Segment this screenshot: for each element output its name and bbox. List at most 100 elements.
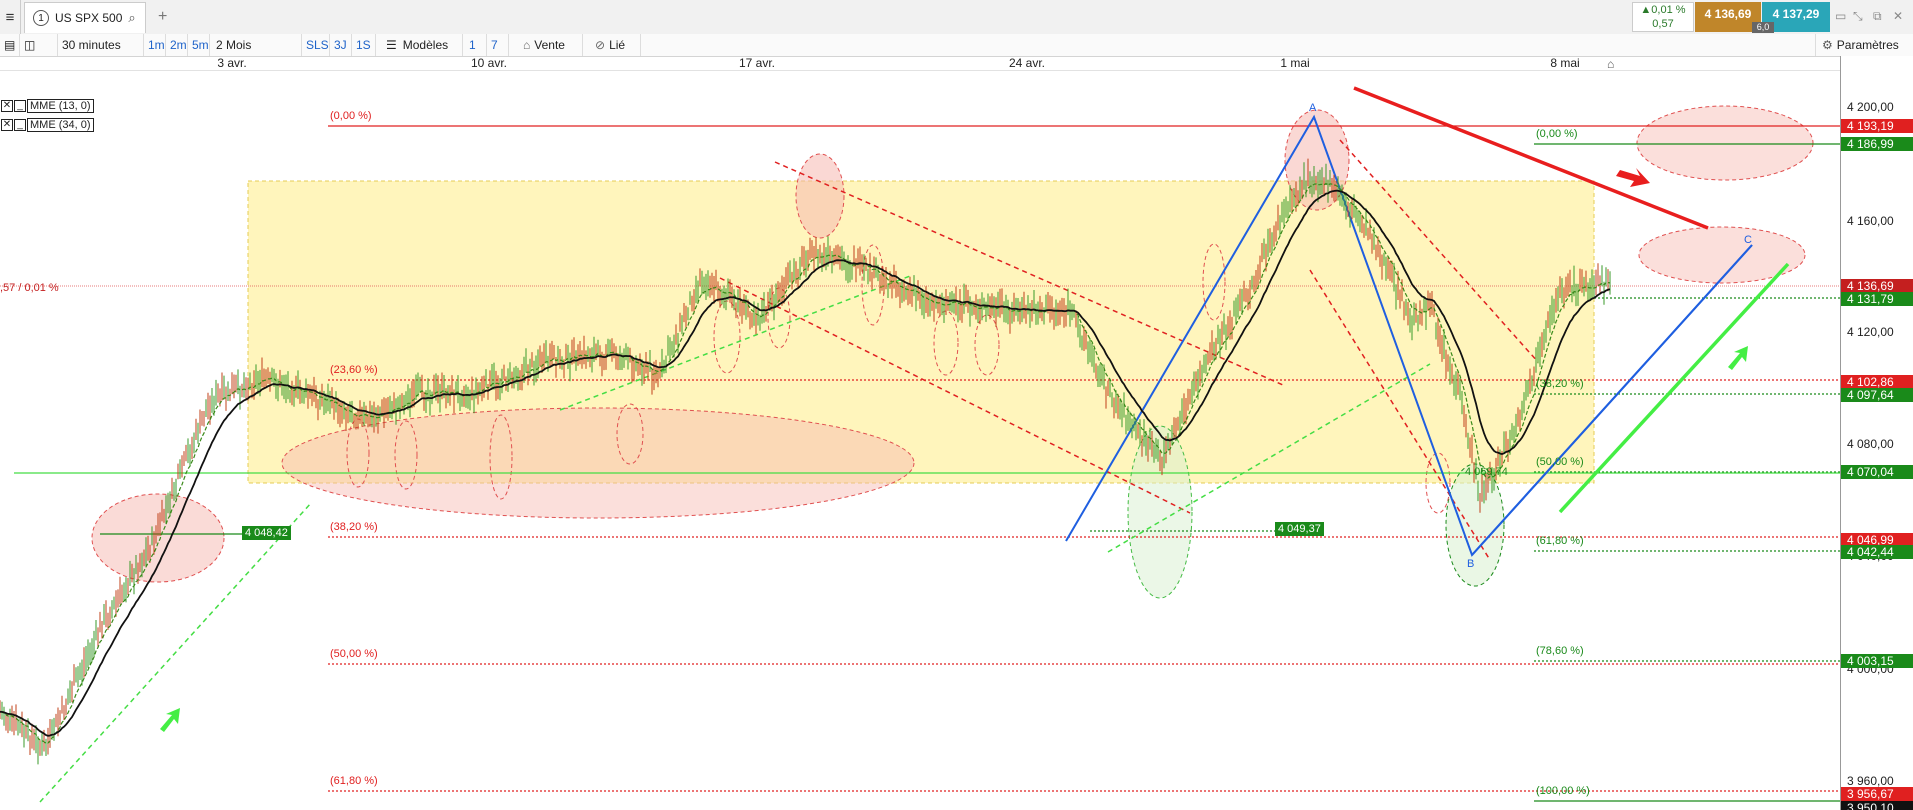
price-tag: 4 042,44 (1841, 545, 1913, 559)
hamburger-icon[interactable]: ≡ (0, 0, 21, 34)
breakout-ellipse (91, 493, 225, 583)
linked-button[interactable]: ⊘ Lié (583, 34, 641, 56)
date-label: 24 avr. (1008, 56, 1046, 70)
last-change-label: ,57 / 0,01 % (0, 282, 59, 294)
range-3j[interactable]: 3J (330, 34, 352, 56)
gear-icon: ⚙ (1822, 38, 1833, 52)
fib-label: (50,00 %) (330, 648, 378, 660)
green-arrow-icon (160, 708, 180, 732)
spread-badge: 6,0 (1752, 22, 1774, 33)
change-box: ▲0,01 % 0,57 (1632, 2, 1694, 32)
price-tag: 3 950,10 (1841, 801, 1913, 810)
range-ellipse (281, 407, 915, 519)
fib-label: (61,80 %) (1536, 535, 1584, 547)
linked-label: Lié (609, 38, 626, 52)
indicator-name: MME (34, 0) (27, 118, 94, 132)
price-tick: 4 200,00 (1847, 100, 1894, 114)
wave-label-a: A (1309, 102, 1317, 114)
date-label: 1 mai (1280, 56, 1310, 70)
low-ellipse-b (1445, 463, 1505, 587)
date-label: 8 mai (1550, 56, 1580, 70)
price-tag: 4 097,64 (1841, 388, 1913, 402)
interval-1m[interactable]: 1m (144, 34, 166, 56)
minimize-icon[interactable]: _ (14, 100, 26, 112)
fib-label: (78,60 %) (1536, 645, 1584, 657)
price-tick: 3 960,00 (1847, 774, 1894, 788)
fib-label: (0,00 %) (330, 110, 372, 122)
level-tag: 4 048,42 (242, 526, 291, 540)
price-tag: 4 070,04 (1841, 465, 1913, 479)
change-absolute: 0,57 (1652, 18, 1674, 30)
tab-bar: ≡ 1 US SPX 500 ⌕ + ▲0,01 % 0,57 4 136,69… (0, 0, 1913, 35)
red-arrow-icon (1616, 168, 1650, 187)
change-percent: ▲0,01 % (1640, 4, 1686, 16)
tab-number-badge: 1 (33, 10, 49, 26)
minimize-icon[interactable]: ▭ (1835, 9, 1846, 23)
level-tag: 4 069,74 (1465, 466, 1508, 478)
price-tick: 4 160,00 (1847, 214, 1894, 228)
price-tag: 4 102,86 (1841, 375, 1913, 389)
home-icon[interactable]: ⌂ (1607, 57, 1614, 71)
sliders-icon: ☰ (386, 38, 397, 52)
fib-label: (61,80 %) (330, 775, 378, 787)
restore-icon[interactable]: ⤡ (1853, 9, 1863, 24)
period-select[interactable]: 2 Mois (212, 34, 302, 56)
magnifier-icon[interactable]: ⌕ (128, 10, 135, 26)
chart-canvas[interactable] (0, 70, 1840, 810)
date-label: 17 avr. (738, 56, 776, 70)
fib-label: (0,00 %) (1536, 128, 1578, 140)
list-icon[interactable]: ▤ (0, 34, 20, 56)
instrument-tab[interactable]: 1 US SPX 500 ⌕ (24, 2, 146, 33)
fib-label: (23,60 %) (330, 364, 378, 376)
fib-label: (38,20 %) (1536, 378, 1584, 390)
popout-icon[interactable]: ⧉ (1873, 9, 1882, 24)
instrument-name: US SPX 500 (55, 11, 123, 25)
price-tag: 4 186,99 (1841, 137, 1913, 151)
top-ellipse (795, 153, 845, 239)
sell-button[interactable]: ⌂ Vente (509, 34, 583, 56)
link-icon: ⊘ (595, 38, 606, 52)
settings-button[interactable]: ⚙ Paramètres (1815, 34, 1913, 56)
interval-5m[interactable]: 5m (188, 34, 210, 56)
date-label: 3 avr. (217, 56, 247, 70)
fib-label: (38,20 %) (330, 521, 378, 533)
fib-label: (50,00 %) (1536, 456, 1584, 468)
settings-label: Paramètres (1836, 38, 1899, 52)
indicator-legend[interactable]: ✕ _ MME (34, 0) (1, 118, 94, 132)
close-icon[interactable]: ✕ (1, 119, 13, 131)
price-tag: 3 956,67 (1841, 787, 1913, 801)
target-ellipse-top (1636, 105, 1814, 181)
wave-label-c: C (1744, 234, 1752, 246)
zoom-1[interactable]: 1 (465, 34, 487, 56)
sell-label: Vente (534, 38, 565, 52)
add-tab-button[interactable]: + (158, 8, 167, 26)
price-chart[interactable]: (0,00 %) (23,60 %) (38,20 %) (50,00 %) (… (0, 70, 1840, 810)
indicator-name: MME (13, 0) (27, 99, 94, 113)
layout-icon[interactable]: ◫ (20, 34, 58, 56)
close-icon[interactable]: ✕ (1893, 9, 1903, 23)
minimize-icon[interactable]: _ (14, 119, 26, 131)
wave-label-b: B (1467, 558, 1475, 570)
tag-icon: ⌂ (523, 38, 531, 52)
close-icon[interactable]: ✕ (1, 100, 13, 112)
price-tag: 4 136,69 (1841, 279, 1913, 293)
price-tick: 4 080,00 (1847, 437, 1894, 451)
green-arrow-icon (1728, 346, 1748, 370)
date-label: 10 avr. (470, 56, 508, 70)
trading-app: ≡ 1 US SPX 500 ⌕ + ▲0,01 % 0,57 4 136,69… (0, 0, 1913, 810)
range-sls[interactable]: SLS (302, 34, 330, 56)
level-tag: 4 049,37 (1275, 522, 1324, 536)
zoom-7[interactable]: 7 (487, 34, 509, 56)
interval-select[interactable]: 30 minutes (58, 34, 144, 56)
models-label: Modèles (402, 38, 449, 52)
indicator-legend[interactable]: ✕ _ MME (13, 0) (1, 99, 94, 113)
fib-label: (100,00 %) (1536, 785, 1590, 797)
price-tick: 4 120,00 (1847, 325, 1894, 339)
price-axis[interactable]: 4 200,00 4 160,00 4 120,00 4 080,00 4 04… (1840, 56, 1913, 810)
price-tag: 4 003,15 (1841, 654, 1913, 668)
price-tag: 4 193,19 (1841, 119, 1913, 133)
models-button[interactable]: ☰ Modèles (376, 34, 463, 56)
range-1s[interactable]: 1S (352, 34, 376, 56)
interval-2m[interactable]: 2m (166, 34, 188, 56)
price-tag: 4 131,79 (1841, 292, 1913, 306)
